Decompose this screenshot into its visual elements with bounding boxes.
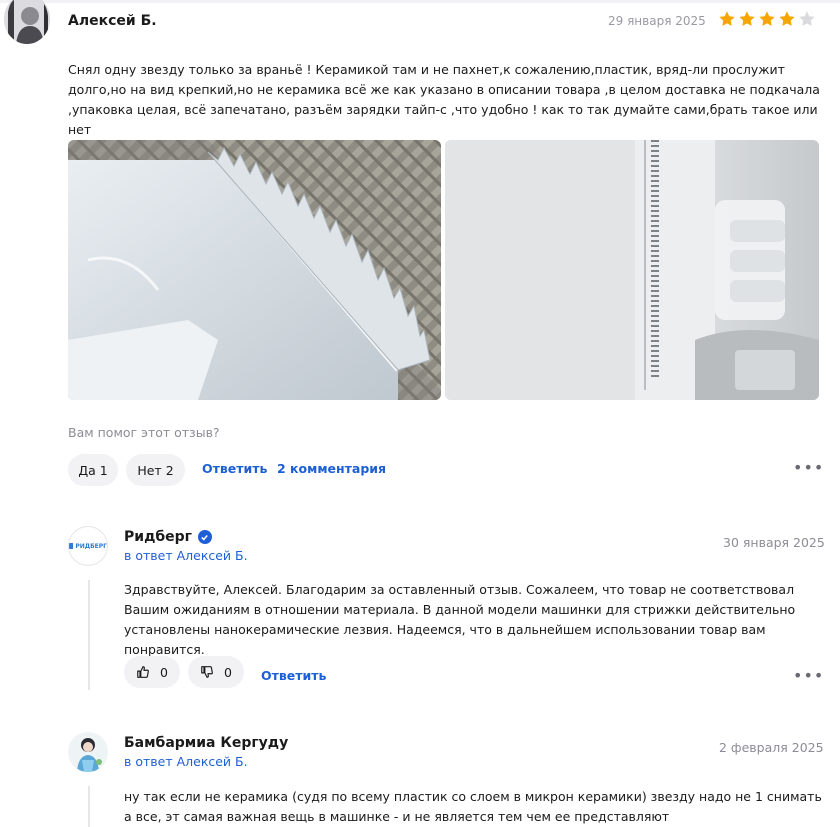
review-text: Снял одну звезду только за враньё ! Кера… <box>68 62 820 137</box>
rating-stars <box>718 10 816 28</box>
reply-text: Здравствуйте, Алексей. Благодарим за ост… <box>124 582 796 657</box>
reply-to-link[interactable]: в ответ Алексей Б. <box>124 754 248 769</box>
star-icon <box>719 11 735 26</box>
reply-author-name: Бамбармиа Кергуду <box>124 735 289 751</box>
review-author[interactable]: Алексей Б. <box>68 13 157 29</box>
reply-to-link[interactable]: в ответ Алексей Б. <box>124 548 248 563</box>
seller-avatar[interactable]: РИДБЕРГ <box>68 526 108 566</box>
user-avatar[interactable] <box>4 0 50 44</box>
reply-text: ну так если не керамика (судя по всему п… <box>124 789 822 824</box>
review-date: 29 января 2025 <box>608 14 706 28</box>
reply-author-name: Ридберг <box>124 529 192 545</box>
helpful-no-button[interactable]: Нет 2 <box>126 454 185 486</box>
helpful-question: Вам помог этот отзыв? <box>68 425 220 440</box>
review-photo[interactable] <box>445 140 819 400</box>
reply-date: 2 февраля 2025 <box>719 740 824 755</box>
star-icon <box>779 11 795 26</box>
comments-link[interactable]: 2 комментария <box>277 461 386 476</box>
thread-line <box>88 786 90 827</box>
top-divider <box>0 0 840 3</box>
like-count: 0 <box>160 664 168 680</box>
reply-button[interactable]: Ответить <box>261 668 326 683</box>
more-horizontal-icon[interactable]: ••• <box>793 458 824 477</box>
star-empty-icon <box>799 11 815 26</box>
more-horizontal-icon[interactable]: ••• <box>793 666 824 685</box>
reply-date: 30 января 2025 <box>723 535 825 550</box>
thumbs-up-icon <box>137 666 149 678</box>
reply-button[interactable]: Ответить <box>202 461 267 476</box>
star-icon <box>759 11 775 26</box>
star-icon <box>739 11 755 26</box>
review-photo[interactable] <box>68 140 441 400</box>
reply-author[interactable]: Бамбармиа Кергуду <box>124 735 288 751</box>
dislike-count: 0 <box>224 664 232 680</box>
user-avatar[interactable] <box>68 732 108 772</box>
verified-badge-icon <box>197 530 212 544</box>
seller-logo-text: РИДБЕРГ <box>75 542 107 550</box>
dislike-button[interactable]: 0 <box>188 656 244 688</box>
like-button[interactable]: 0 <box>124 656 180 688</box>
helpful-yes-button[interactable]: Да 1 <box>68 454 118 486</box>
thumbs-down-icon <box>201 666 213 678</box>
reply-author[interactable]: Ридберг <box>124 529 212 545</box>
thread-line <box>88 580 90 690</box>
